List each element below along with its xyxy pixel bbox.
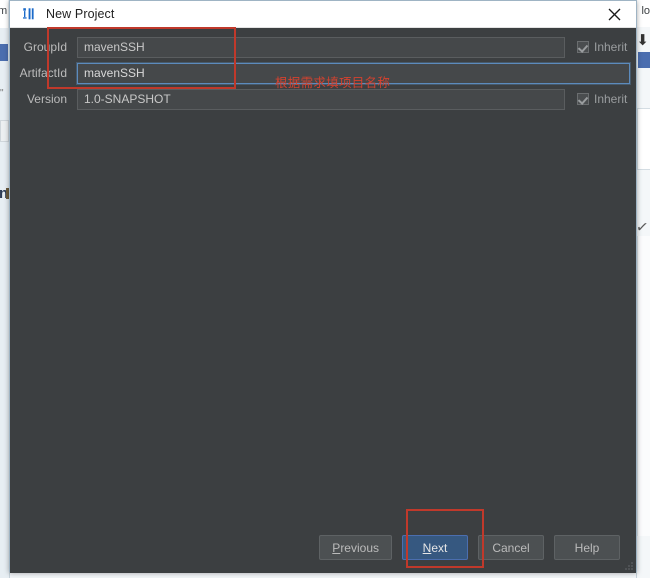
background-right-lowerpanel — [637, 236, 650, 536]
download-arrow-icon: ⬇ — [636, 32, 649, 49]
previous-button[interactable]: Previous — [319, 535, 392, 560]
background-left-box — [0, 120, 9, 142]
background-right-subpanel — [637, 108, 650, 170]
next-button[interactable]: Next — [402, 535, 468, 560]
annotation-note: 根据需求填项目名称 — [275, 75, 391, 90]
dialog-titlebar[interactable]: New Project — [10, 1, 636, 28]
groupid-input[interactable] — [77, 36, 565, 58]
version-inherit-checkbox[interactable] — [577, 93, 589, 105]
groupid-inherit-checkbox[interactable] — [577, 41, 589, 53]
next-button-label: ext — [431, 540, 448, 555]
screenshot-root: lo ⬇ ✓ m " n New Project GroupId mavenSS… — [0, 0, 650, 578]
next-button-mnemonic: N — [422, 540, 432, 555]
version-label: Version — [26, 92, 67, 106]
background-right-selection — [638, 52, 650, 68]
background-right-panel: lo ⬇ ✓ — [635, 0, 650, 578]
previous-button-label: revious — [340, 540, 379, 555]
groupid-inherit-checkbox-group[interactable]: Inherit — [577, 40, 627, 54]
background-right-text: lo — [641, 5, 650, 17]
dialog-body: GroupId Inherit ArtifactId Version Inher… — [10, 28, 636, 573]
background-left-quote: " — [0, 88, 4, 99]
background-left-text: m — [0, 5, 8, 17]
dialog-button-bar: Previous Next Cancel Help — [319, 535, 620, 560]
new-project-dialog: New Project GroupId Inherit A — [9, 0, 637, 573]
version-inherit-label: Inherit — [594, 92, 628, 106]
groupid-label: GroupId — [23, 40, 67, 54]
help-button[interactable]: Help — [554, 535, 620, 560]
background-left-selection — [0, 44, 8, 61]
groupid-row: GroupId Inherit — [10, 34, 638, 60]
artifactid-label: ArtifactId — [19, 66, 67, 80]
close-icon[interactable] — [592, 1, 636, 28]
intellij-idea-icon — [21, 6, 37, 22]
cancel-button[interactable]: Cancel — [478, 535, 544, 560]
previous-button-mnemonic: P — [332, 540, 341, 555]
check-mark-icon: ✓ — [635, 218, 650, 237]
dialog-title: New Project — [46, 7, 115, 21]
groupid-inherit-label: Inherit — [594, 40, 628, 54]
version-input[interactable] — [77, 88, 565, 110]
resize-grip-icon[interactable] — [624, 561, 634, 571]
version-inherit-checkbox-group[interactable]: Inherit — [577, 92, 627, 106]
